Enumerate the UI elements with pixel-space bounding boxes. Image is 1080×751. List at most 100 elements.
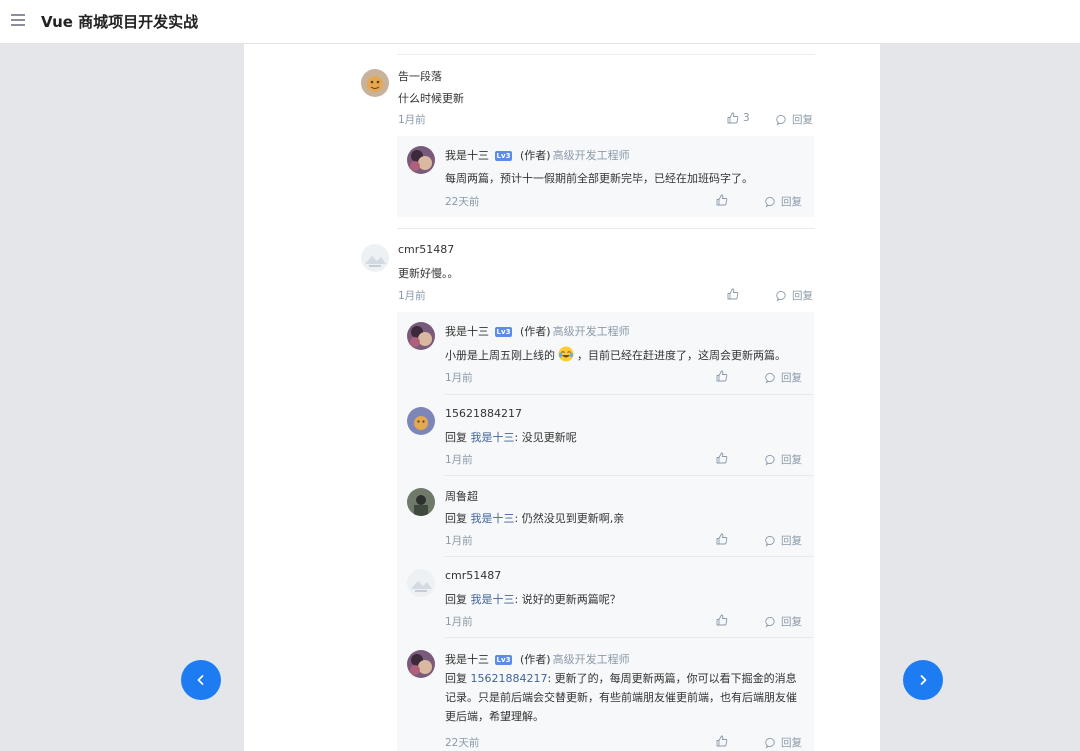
avatar[interactable] xyxy=(407,488,435,516)
job-title: 高级开发工程师 xyxy=(552,325,630,338)
comment-icon xyxy=(765,535,775,547)
reply-label: 回复 xyxy=(781,737,802,749)
like-button[interactable] xyxy=(716,452,728,464)
laughing-tears-emoji-icon xyxy=(558,346,574,362)
avatar[interactable] xyxy=(361,244,389,272)
username-link[interactable]: 我是十三 xyxy=(445,149,489,162)
avatar[interactable] xyxy=(361,69,389,97)
reply-text: 回复 我是十三: 说好的更新两篇呢？ xyxy=(445,591,621,607)
reply-time: 1月前 xyxy=(445,535,473,547)
reply-username[interactable]: cmr51487 xyxy=(445,569,501,582)
thumbs-up-icon xyxy=(716,735,728,747)
reply-text-part: : 仍然没见到更新啊,亲 xyxy=(514,512,625,525)
like-button[interactable] xyxy=(727,288,739,300)
reply-username: 我是十三 Lv3 (作者) 高级开发工程师 xyxy=(445,147,630,163)
comment-icon xyxy=(765,454,775,466)
divider xyxy=(397,228,815,229)
comment-icon xyxy=(765,196,775,208)
comment-username[interactable]: cmr51487 xyxy=(398,243,454,256)
reply-label: 回复 xyxy=(792,114,813,126)
author-tag: (作者) xyxy=(520,653,551,666)
reply-thread: 我是十三 Lv3 (作者) 高级开发工程师 每周两篇，预计十一假期前全部更新完毕，已经… xyxy=(397,136,814,217)
mention-link[interactable]: 我是十三 xyxy=(471,593,515,606)
reply-label: 回复 xyxy=(781,535,802,547)
reply-button[interactable]: 回复 xyxy=(776,112,813,127)
comment-icon xyxy=(765,372,775,384)
like-button[interactable] xyxy=(716,735,728,747)
avatar[interactable] xyxy=(407,407,435,435)
comment-page: 告一段落 什么时候更新 1月前 3 回复 我是十三 Lv3 (作者) 高级开发工程师 … xyxy=(244,44,880,751)
divider xyxy=(445,475,814,476)
mention-link[interactable]: 我是十三 xyxy=(471,512,515,525)
reply-time: 22天前 xyxy=(445,737,480,749)
mention-link[interactable]: 我是十三 xyxy=(471,431,515,444)
divider xyxy=(397,54,815,55)
reply-text: 回复 15621884217: 更新了的，每周更新两篇，你可以看下掘金的消息记录… xyxy=(445,669,805,726)
author-tag: (作者) xyxy=(520,325,551,338)
reply-label: 回复 xyxy=(781,196,802,208)
comment-text: 什么时候更新 xyxy=(398,92,464,105)
reply-label: 回复 xyxy=(781,616,802,628)
reply-button[interactable]: 回复 xyxy=(765,194,802,209)
reply-label: 回复 xyxy=(781,372,802,384)
reply-username: 我是十三 Lv3 (作者) 高级开发工程师 xyxy=(445,651,630,667)
app-title: Vue 商城项目开发实战 xyxy=(41,13,199,31)
author-tag: (作者) xyxy=(520,149,551,162)
next-page-button[interactable] xyxy=(903,660,943,700)
thumbs-up-icon xyxy=(727,112,739,124)
reply-time: 22天前 xyxy=(445,196,480,208)
menu-icon[interactable] xyxy=(11,14,25,26)
like-button[interactable] xyxy=(716,533,728,545)
comment-text: 更新好慢。。 xyxy=(398,267,459,280)
chevron-left-icon xyxy=(197,675,204,685)
like-button[interactable]: 3 xyxy=(727,112,750,124)
chevron-right-icon xyxy=(920,675,927,685)
comment-time: 1月前 xyxy=(398,290,426,302)
reply-thread: 我是十三 Lv3 (作者) 高级开发工程师 小册是上周五刚上线的 ，目前已经在赶进度了，… xyxy=(397,312,814,751)
thumbs-up-icon xyxy=(716,533,728,545)
level-badge: Lv3 xyxy=(495,151,512,161)
avatar[interactable] xyxy=(407,322,435,350)
avatar[interactable] xyxy=(407,146,435,174)
thumbs-up-icon xyxy=(716,370,728,382)
reply-text: 回复 我是十三: 没见更新呢 xyxy=(445,429,577,445)
reply-username: 我是十三 Lv3 (作者) 高级开发工程师 xyxy=(445,323,630,339)
reply-time: 1月前 xyxy=(445,616,473,628)
reply-label: 回复 xyxy=(781,454,802,466)
prev-page-button[interactable] xyxy=(181,660,221,700)
username-link[interactable]: 我是十三 xyxy=(445,653,489,666)
comment-time: 1月前 xyxy=(398,114,426,126)
reply-button[interactable]: 回复 xyxy=(765,370,802,385)
mention-link[interactable]: 15621884217 xyxy=(471,672,548,685)
reply-prefix: 回复 xyxy=(445,431,467,444)
reply-button[interactable]: 回复 xyxy=(765,452,802,467)
like-count: 3 xyxy=(743,112,750,124)
avatar[interactable] xyxy=(407,569,435,597)
reply-label: 回复 xyxy=(792,290,813,302)
reply-button[interactable]: 回复 xyxy=(765,533,802,548)
reply-text: 小册是上周五刚上线的 ，目前已经在赶进度了，这周会更新两篇。 xyxy=(445,346,786,363)
comment-username[interactable]: 告一段落 xyxy=(398,68,442,84)
reply-prefix: 回复 xyxy=(445,512,467,525)
reply-button[interactable]: 回复 xyxy=(776,288,813,303)
avatar[interactable] xyxy=(407,650,435,678)
reply-button[interactable]: 回复 xyxy=(765,735,802,750)
username-link[interactable]: 我是十三 xyxy=(445,325,489,338)
reply-username[interactable]: 周鲁超 xyxy=(445,488,478,504)
reply-text-part: 小册是上周五刚上线的 xyxy=(445,349,555,362)
divider xyxy=(445,556,814,557)
reply-text-part: : 说好的更新两篇呢？ xyxy=(514,593,621,606)
like-button[interactable] xyxy=(716,370,728,382)
thumbs-up-icon xyxy=(727,288,739,300)
reply-time: 1月前 xyxy=(445,454,473,466)
comment-icon xyxy=(776,114,786,126)
reply-time: 1月前 xyxy=(445,372,473,384)
like-button[interactable] xyxy=(716,194,728,206)
reply-text-part: ，目前已经在赶进度了，这周会更新两篇。 xyxy=(577,349,786,362)
thumbs-up-icon xyxy=(716,194,728,206)
comment-icon xyxy=(776,290,786,302)
like-button[interactable] xyxy=(716,614,728,626)
reply-text: 每周两篇，预计十一假期前全部更新完毕，已经在加班码字了。 xyxy=(445,172,753,185)
reply-button[interactable]: 回复 xyxy=(765,614,802,629)
reply-username[interactable]: 15621884217 xyxy=(445,407,522,420)
